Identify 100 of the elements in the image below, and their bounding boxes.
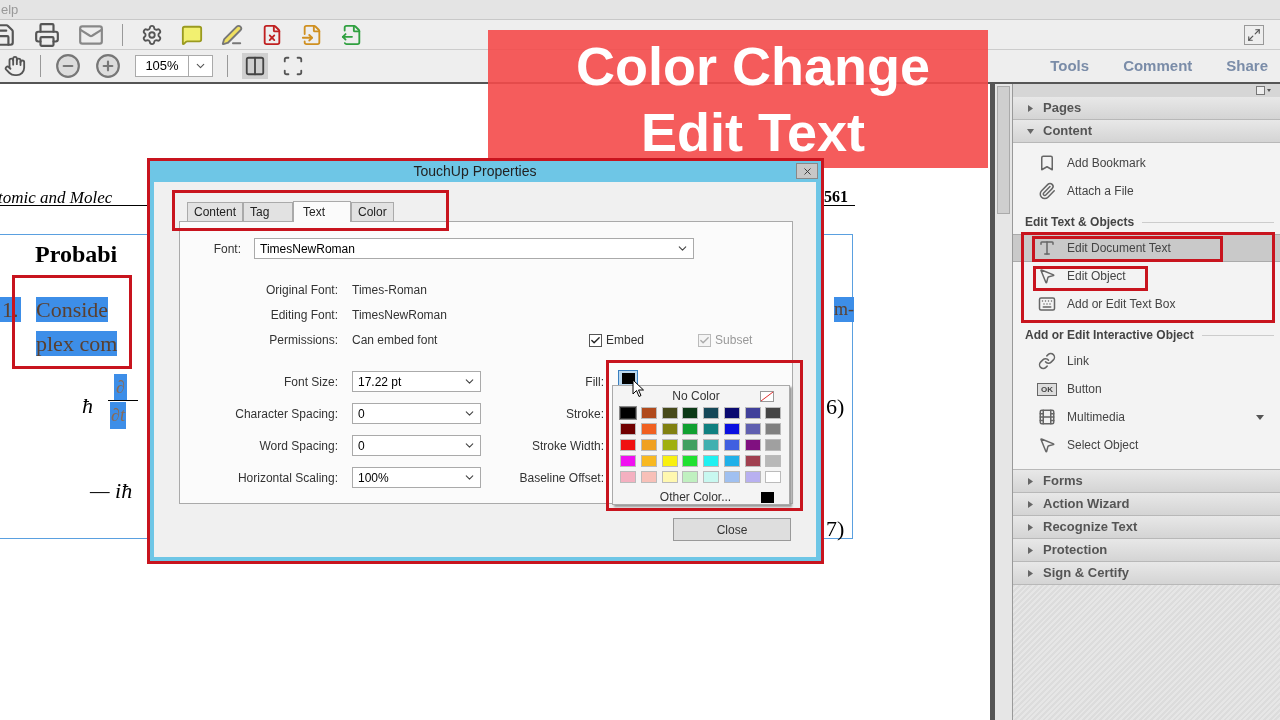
collapsed-triangle-icon <box>1027 477 1034 485</box>
color-swatch[interactable] <box>620 471 636 483</box>
no-color-icon[interactable] <box>760 390 774 402</box>
panel-section-header[interactable]: Content <box>1013 120 1280 143</box>
export-file-icon[interactable] <box>341 23 363 46</box>
color-swatch[interactable] <box>765 407 782 419</box>
zoom-in-icon[interactable] <box>95 53 121 79</box>
color-swatch[interactable] <box>640 455 657 467</box>
color-swatch[interactable] <box>640 407 657 419</box>
delete-file-icon[interactable] <box>261 23 283 46</box>
checkbox[interactable] <box>589 333 602 347</box>
value-select[interactable]: 0 <box>352 435 481 456</box>
color-swatch[interactable] <box>682 455 699 467</box>
color-swatch[interactable] <box>703 471 719 483</box>
settings-icon[interactable] <box>141 23 163 46</box>
print-icon[interactable] <box>34 21 60 48</box>
color-swatch[interactable] <box>682 407 699 419</box>
color-swatch[interactable] <box>723 407 740 419</box>
close-button[interactable] <box>796 163 818 179</box>
color-swatch[interactable] <box>661 471 678 483</box>
color-swatch[interactable] <box>682 423 699 435</box>
other-color-option[interactable]: Other Color... <box>620 488 761 506</box>
hand-icon[interactable] <box>4 55 26 77</box>
tool-item[interactable]: Add or Edit Text Box <box>1013 290 1280 318</box>
color-swatch[interactable] <box>723 471 740 483</box>
panel-options-icon[interactable] <box>1256 86 1272 95</box>
color-swatch[interactable] <box>744 439 761 451</box>
value-select[interactable]: 0 <box>352 403 481 424</box>
close-dialog-button[interactable]: Close <box>673 518 791 541</box>
panel-section-header[interactable]: Sign & Certify <box>1013 562 1280 585</box>
color-swatch[interactable] <box>723 439 740 451</box>
color-swatch[interactable] <box>661 439 678 451</box>
dialog-tab[interactable]: Content <box>187 202 244 221</box>
color-swatch[interactable] <box>703 423 719 435</box>
panel-section-header[interactable]: Protection <box>1013 539 1280 562</box>
comment-icon[interactable] <box>181 23 203 46</box>
expand-icon[interactable] <box>1244 24 1264 45</box>
color-swatch[interactable] <box>744 455 761 467</box>
dialog-tab[interactable]: Tag <box>243 202 294 221</box>
color-swatch[interactable] <box>744 423 761 435</box>
collapsed-triangle-icon <box>1027 569 1034 577</box>
link-icon <box>1037 352 1057 370</box>
panel-section-header[interactable]: Action Wizard <box>1013 493 1280 516</box>
dialog-tab[interactable]: Color <box>351 202 394 221</box>
tool-item[interactable]: Link <box>1013 347 1280 375</box>
tool-item[interactable]: Select Object <box>1013 431 1280 459</box>
color-swatch[interactable] <box>682 439 699 451</box>
fraction-numerator: ∂ <box>114 374 127 401</box>
tool-item[interactable]: Attach a File <box>1013 177 1280 205</box>
tool-item[interactable]: Multimedia <box>1013 403 1280 431</box>
color-swatch[interactable] <box>661 423 678 435</box>
collapsed-triangle-icon <box>1027 546 1034 554</box>
panel-section-header[interactable]: Pages <box>1013 97 1280 120</box>
field-label: Permissions: <box>268 332 338 349</box>
equation-number: 7) <box>826 515 845 543</box>
selected-text: m- <box>834 297 854 322</box>
selected-text: plex com <box>36 331 118 356</box>
color-swatch[interactable] <box>620 439 636 451</box>
text-edit-icon[interactable] <box>221 23 243 46</box>
color-swatch[interactable] <box>661 407 678 419</box>
field-label: Stroke: <box>565 405 604 423</box>
color-swatch[interactable] <box>744 471 761 483</box>
dialog-tab[interactable]: Text <box>293 201 352 222</box>
color-swatch[interactable] <box>765 439 782 451</box>
fit-width-icon[interactable] <box>242 53 268 79</box>
color-swatch[interactable] <box>620 407 636 419</box>
group-title: Add or Edit Interactive Object <box>1025 327 1194 344</box>
panel-section-header[interactable]: Forms <box>1013 470 1280 493</box>
color-swatch[interactable] <box>703 407 719 419</box>
zoom-out-icon[interactable] <box>55 53 81 79</box>
panel-section-header[interactable]: Recognize Text <box>1013 516 1280 539</box>
tool-item[interactable]: Edit Object <box>1013 262 1280 290</box>
scrollbar-thumb[interactable] <box>997 86 1010 214</box>
field-label: Stroke Width: <box>530 437 604 455</box>
color-swatch[interactable] <box>620 455 636 467</box>
color-swatch[interactable] <box>640 423 657 435</box>
tool-item[interactable]: Add Bookmark <box>1013 149 1280 177</box>
file-arrow-icon[interactable] <box>301 23 323 46</box>
expanded-triangle-icon <box>1027 127 1034 135</box>
color-swatch[interactable] <box>765 423 782 435</box>
fit-page-icon[interactable] <box>282 55 304 77</box>
color-swatch[interactable] <box>682 471 699 483</box>
color-swatch[interactable] <box>620 423 636 435</box>
color-swatch[interactable] <box>723 423 740 435</box>
color-swatch[interactable] <box>744 407 761 419</box>
font-select[interactable]: TimesNewRoman <box>254 238 694 259</box>
color-swatch[interactable] <box>765 471 782 483</box>
color-swatch[interactable] <box>765 455 782 467</box>
color-swatch[interactable] <box>640 439 657 451</box>
dialog-title: TouchUp Properties <box>412 161 538 181</box>
color-swatch[interactable] <box>723 455 740 467</box>
value-select[interactable]: 100% <box>352 467 481 488</box>
tool-item[interactable]: OK Button <box>1013 375 1280 403</box>
color-swatch[interactable] <box>661 455 678 467</box>
color-swatch[interactable] <box>703 455 719 467</box>
zoom-field[interactable]: 105% <box>135 55 213 77</box>
value-select[interactable]: 17.22 pt <box>352 371 481 392</box>
color-swatch[interactable] <box>640 471 657 483</box>
no-color-option[interactable]: No Color <box>620 387 760 405</box>
color-swatch[interactable] <box>703 439 719 451</box>
